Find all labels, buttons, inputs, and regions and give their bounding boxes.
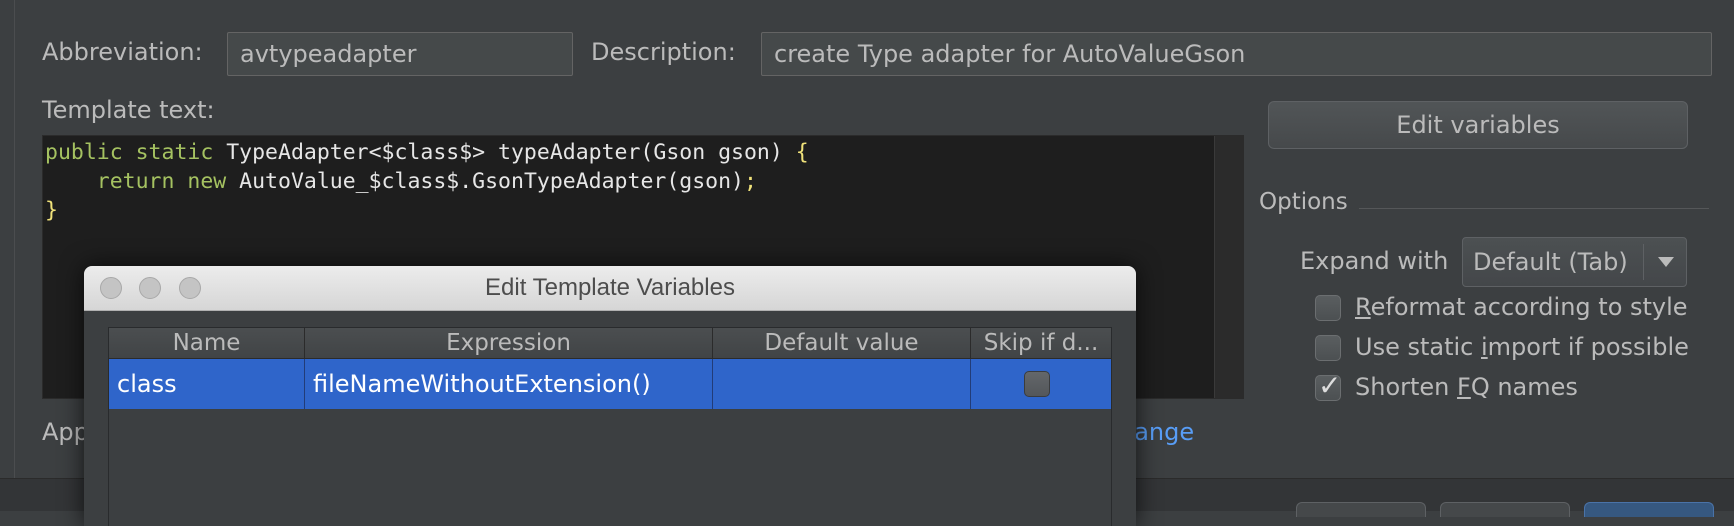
options-divider <box>1359 208 1709 209</box>
cell-skip-if-defined[interactable] <box>971 359 1111 409</box>
shorten-fq-checkbox[interactable]: ✓ <box>1315 370 1341 402</box>
code-token: return new <box>45 169 240 194</box>
applicable-label: App <box>42 418 89 446</box>
description-label: Description: <box>591 38 736 66</box>
expand-with-select[interactable]: Default (Tab) <box>1462 237 1687 287</box>
cell-expression[interactable]: fileNameWithoutExtension() <box>305 359 713 409</box>
dialog-title: Edit Template Variables <box>485 274 735 301</box>
code-token: TypeAdapter<$class$> typeAdapter(Gson gs… <box>226 140 796 165</box>
column-skip-if-defined[interactable]: Skip if d... <box>971 328 1111 358</box>
variables-table[interactable]: Name Expression Default value Skip if d.… <box>108 327 1112 526</box>
maximize-window-icon[interactable] <box>179 277 201 299</box>
column-default-value[interactable]: Default value <box>713 328 971 358</box>
code-line: public static TypeAdapter<$class$> typeA… <box>45 138 809 167</box>
options-title: Options <box>1259 189 1348 215</box>
editor-scrollbar[interactable] <box>1214 136 1243 398</box>
combo-separator <box>1643 244 1644 280</box>
reformat-label[interactable]: Reformat according to style <box>1355 293 1688 321</box>
code-token: { <box>795 140 809 165</box>
chevron-down-icon[interactable] <box>1658 257 1674 267</box>
edit-template-variables-dialog: Edit Template Variables Name Expression … <box>84 266 1136 526</box>
code-line: } <box>45 196 809 225</box>
shorten-fq-label[interactable]: Shorten FQ names <box>1355 373 1578 401</box>
abbreviation-field[interactable]: avtypeadapter <box>227 32 573 76</box>
table-row[interactable]: class fileNameWithoutExtension() <box>109 359 1111 409</box>
description-field[interactable]: create Type adapter for AutoValueGson <box>761 32 1712 76</box>
code-token: ; <box>744 169 757 194</box>
left-edge <box>0 0 15 480</box>
code-line: return new AutoValue_$class$.GsonTypeAda… <box>45 167 809 196</box>
static-import-label[interactable]: Use static import if possible <box>1355 333 1689 361</box>
skip-if-defined-checkbox[interactable] <box>1024 371 1050 397</box>
static-import-checkbox[interactable] <box>1315 335 1341 361</box>
abbreviation-label: Abbreviation: <box>42 38 203 66</box>
template-code: public static TypeAdapter<$class$> typeA… <box>45 138 809 225</box>
column-expression[interactable]: Expression <box>305 328 713 358</box>
table-header: Name Expression Default value Skip if d.… <box>109 328 1111 359</box>
check-icon: ✓ <box>1318 369 1342 402</box>
template-text-label: Template text: <box>42 96 215 124</box>
expand-with-label: Expand with <box>1300 247 1449 275</box>
cell-name[interactable]: class <box>109 359 305 409</box>
close-window-icon[interactable] <box>100 277 122 299</box>
dialog-title-bar[interactable]: Edit Template Variables <box>84 266 1136 311</box>
code-token: AutoValue_$class$.GsonTypeAdapter(gson) <box>239 169 744 194</box>
edit-variables-button[interactable]: Edit variables <box>1268 101 1688 149</box>
reformat-checkbox[interactable] <box>1315 295 1341 321</box>
expand-with-value: Default (Tab) <box>1473 248 1628 276</box>
cell-default-value[interactable] <box>713 359 971 409</box>
minimize-window-icon[interactable] <box>139 277 161 299</box>
code-token: public static <box>45 140 227 165</box>
column-name[interactable]: Name <box>109 328 305 358</box>
code-token: } <box>45 198 58 223</box>
